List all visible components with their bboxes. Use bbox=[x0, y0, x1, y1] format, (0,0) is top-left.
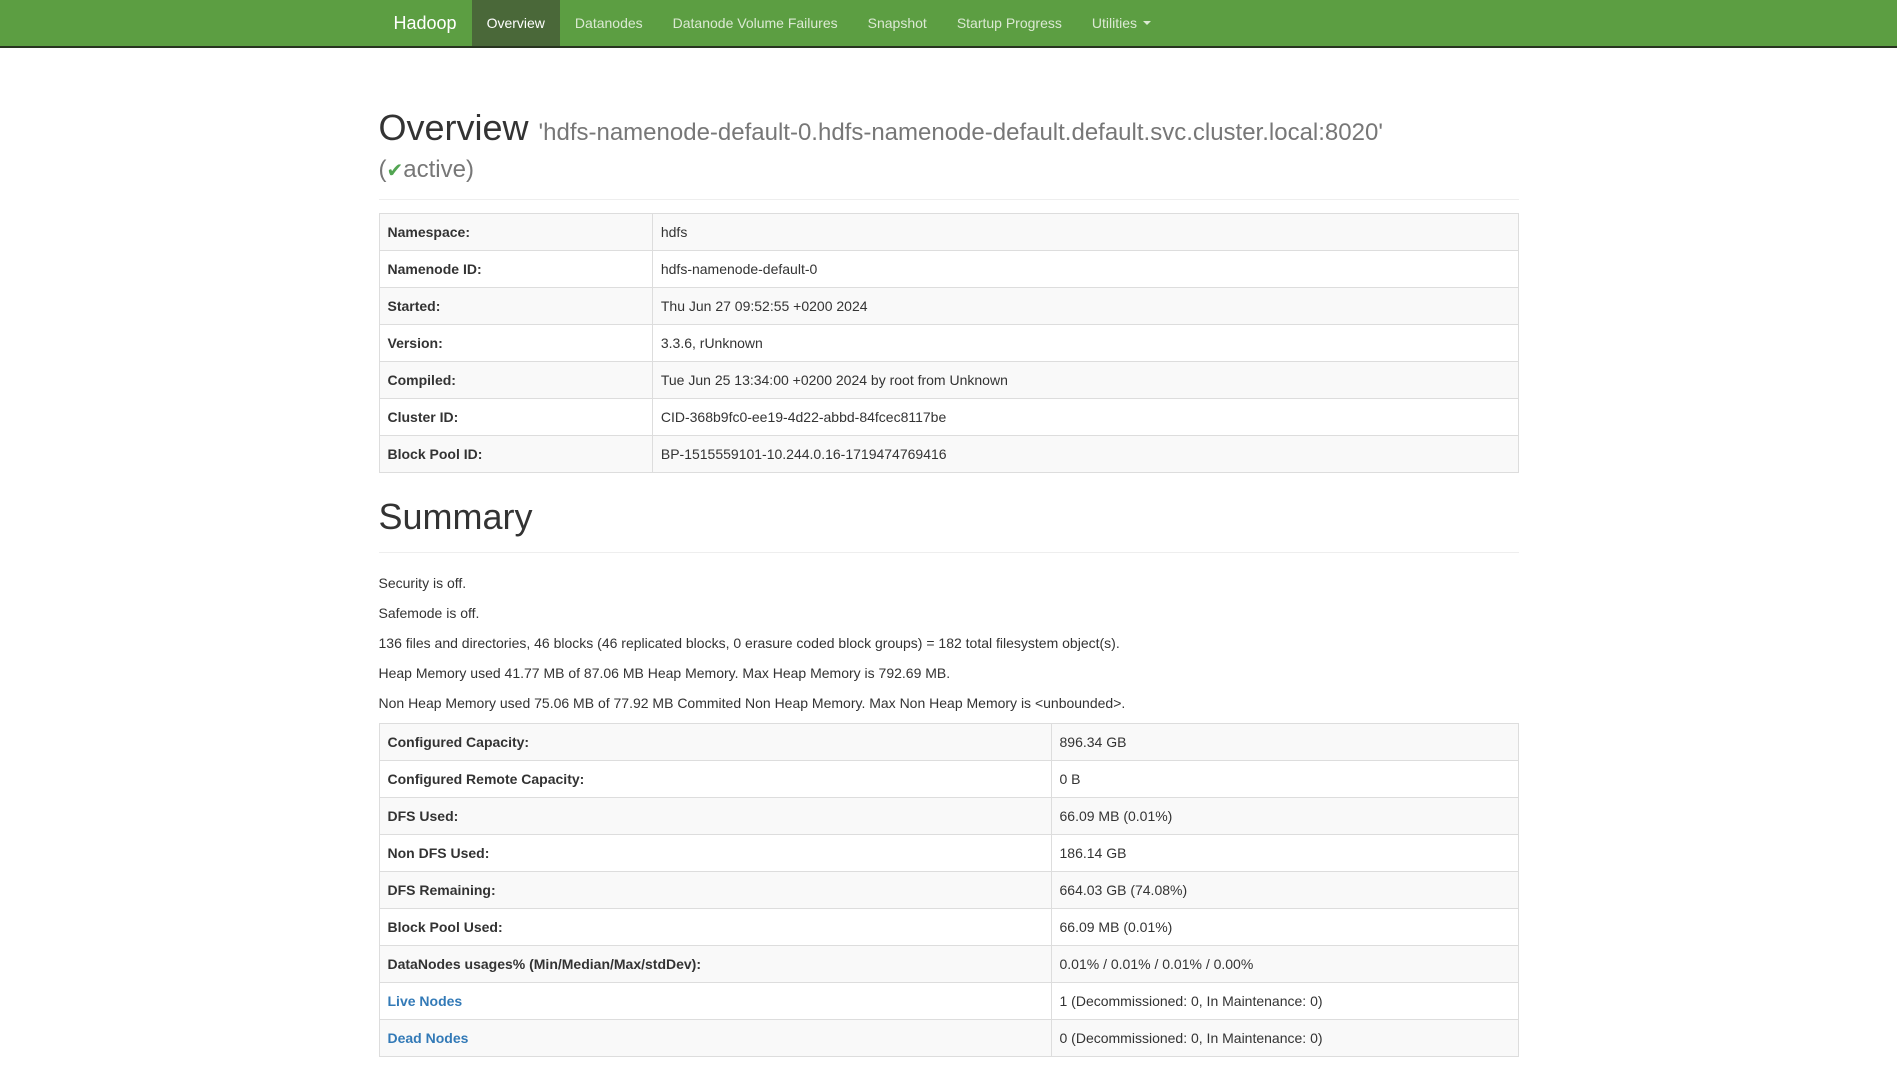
dead-nodes-link[interactable]: Dead Nodes bbox=[388, 1030, 469, 1046]
row-value: CID-368b9fc0-ee19-4d22-abbd-84fcec8117be bbox=[652, 398, 1518, 435]
row-value: Tue Jun 25 13:34:00 +0200 2024 by root f… bbox=[652, 361, 1518, 398]
namenode-info-table: Namespace: hdfs Namenode ID: hdfs-nameno… bbox=[379, 213, 1519, 473]
heap-memory-text: Heap Memory used 41.77 MB of 87.06 MB He… bbox=[379, 663, 1519, 683]
check-icon: ✔ bbox=[387, 160, 404, 182]
row-value: 186.14 GB bbox=[1051, 834, 1518, 871]
live-nodes-link[interactable]: Live Nodes bbox=[388, 993, 463, 1009]
table-row: Namespace: hdfs bbox=[379, 213, 1518, 250]
row-value: hdfs bbox=[652, 213, 1518, 250]
table-row: Started: Thu Jun 27 09:52:55 +0200 2024 bbox=[379, 287, 1518, 324]
nav-item-utilities-dropdown[interactable]: Utilities bbox=[1077, 0, 1166, 46]
navbar-menu: Overview Datanodes Datanode Volume Failu… bbox=[472, 0, 1166, 46]
nav-item-startup-progress[interactable]: Startup Progress bbox=[942, 0, 1077, 46]
overview-title-text: Overview bbox=[379, 107, 529, 148]
overview-header: Overview 'hdfs-namenode-default-0.hdfs-n… bbox=[379, 104, 1519, 200]
table-row: Namenode ID: hdfs-namenode-default-0 bbox=[379, 250, 1518, 287]
row-value: 0.01% / 0.01% / 0.01% / 0.00% bbox=[1051, 945, 1518, 982]
table-row: Dead Nodes 0 (Decommissioned: 0, In Main… bbox=[379, 1019, 1518, 1056]
table-row: DFS Used: 66.09 MB (0.01%) bbox=[379, 797, 1518, 834]
nav-item-datanodes[interactable]: Datanodes bbox=[560, 0, 658, 46]
nav-item-datanode-volume-failures[interactable]: Datanode Volume Failures bbox=[658, 0, 853, 46]
row-label: Block Pool ID: bbox=[379, 435, 652, 472]
top-navbar: Hadoop Overview Datanodes Datanode Volum… bbox=[0, 0, 1897, 48]
summary-table: Configured Capacity: 896.34 GB Configure… bbox=[379, 723, 1519, 1057]
row-value: 66.09 MB (0.01%) bbox=[1051, 797, 1518, 834]
row-label: Configured Capacity: bbox=[379, 723, 1051, 760]
row-label: Configured Remote Capacity: bbox=[379, 760, 1051, 797]
status-open-paren: ( bbox=[379, 156, 387, 183]
nav-item-snapshot[interactable]: Snapshot bbox=[853, 0, 942, 46]
table-row: Block Pool Used: 66.09 MB (0.01%) bbox=[379, 908, 1518, 945]
table-row: Configured Remote Capacity: 0 B bbox=[379, 760, 1518, 797]
filesystem-objects-text: 136 files and directories, 46 blocks (46… bbox=[379, 633, 1519, 653]
table-row: Cluster ID: CID-368b9fc0-ee19-4d22-abbd-… bbox=[379, 398, 1518, 435]
navbar-container: Hadoop Overview Datanodes Datanode Volum… bbox=[364, 0, 1534, 46]
nav-item-overview[interactable]: Overview bbox=[472, 0, 560, 46]
table-row: Compiled: Tue Jun 25 13:34:00 +0200 2024… bbox=[379, 361, 1518, 398]
row-label: Namenode ID: bbox=[379, 250, 652, 287]
row-value: 0 B bbox=[1051, 760, 1518, 797]
row-label: Block Pool Used: bbox=[379, 908, 1051, 945]
security-status-text: Security is off. bbox=[379, 573, 1519, 593]
table-row: Live Nodes 1 (Decommissioned: 0, In Main… bbox=[379, 982, 1518, 1019]
row-value: 896.34 GB bbox=[1051, 723, 1518, 760]
row-label: DataNodes usages% (Min/Median/Max/stdDev… bbox=[379, 945, 1051, 982]
row-value: 0 (Decommissioned: 0, In Maintenance: 0) bbox=[1051, 1019, 1518, 1056]
status-active-label: active) bbox=[403, 156, 474, 183]
namenode-host-address: 'hdfs-namenode-default-0.hdfs-namenode-d… bbox=[539, 119, 1383, 146]
summary-title: Summary bbox=[379, 493, 1519, 542]
row-label: Compiled: bbox=[379, 361, 652, 398]
safemode-status-text: Safemode is off. bbox=[379, 603, 1519, 623]
row-value: 3.3.6, rUnknown bbox=[652, 324, 1518, 361]
non-heap-memory-text: Non Heap Memory used 75.06 MB of 77.92 M… bbox=[379, 693, 1519, 713]
table-row: Version: 3.3.6, rUnknown bbox=[379, 324, 1518, 361]
table-row: DFS Remaining: 664.03 GB (74.08%) bbox=[379, 871, 1518, 908]
page-title: Overview 'hdfs-namenode-default-0.hdfs-n… bbox=[379, 104, 1519, 187]
row-value: hdfs-namenode-default-0 bbox=[652, 250, 1518, 287]
table-row: Non DFS Used: 186.14 GB bbox=[379, 834, 1518, 871]
table-row: DataNodes usages% (Min/Median/Max/stdDev… bbox=[379, 945, 1518, 982]
row-label: Started: bbox=[379, 287, 652, 324]
main-content: Overview 'hdfs-namenode-default-0.hdfs-n… bbox=[364, 104, 1534, 1057]
caret-down-icon bbox=[1143, 21, 1151, 25]
brand-hadoop[interactable]: Hadoop bbox=[379, 0, 472, 46]
row-label: Version: bbox=[379, 324, 652, 361]
row-label: Non DFS Used: bbox=[379, 834, 1051, 871]
table-row: Block Pool ID: BP-1515559101-10.244.0.16… bbox=[379, 435, 1518, 472]
row-label: Cluster ID: bbox=[379, 398, 652, 435]
row-value: Thu Jun 27 09:52:55 +0200 2024 bbox=[652, 287, 1518, 324]
table-row: Configured Capacity: 896.34 GB bbox=[379, 723, 1518, 760]
row-value: 66.09 MB (0.01%) bbox=[1051, 908, 1518, 945]
row-label: DFS Remaining: bbox=[379, 871, 1051, 908]
row-label: DFS Used: bbox=[379, 797, 1051, 834]
namenode-status: (✔active) bbox=[379, 153, 1519, 187]
row-label: Namespace: bbox=[379, 213, 652, 250]
nav-item-utilities-label: Utilities bbox=[1092, 15, 1137, 31]
row-value: BP-1515559101-10.244.0.16-1719474769416 bbox=[652, 435, 1518, 472]
summary-header: Summary bbox=[379, 493, 1519, 553]
row-value: 1 (Decommissioned: 0, In Maintenance: 0) bbox=[1051, 982, 1518, 1019]
row-value: 664.03 GB (74.08%) bbox=[1051, 871, 1518, 908]
